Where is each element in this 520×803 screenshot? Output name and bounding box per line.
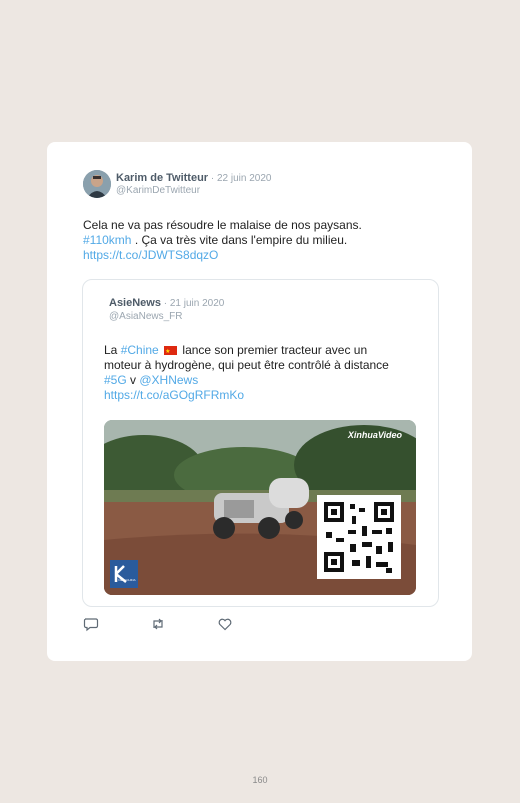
tweet-url-link[interactable]: https://t.co/JDWTS8dqzO (83, 248, 218, 262)
quoted-text-c: v (126, 373, 140, 387)
retweet-icon[interactable] (150, 616, 166, 632)
quoted-author-name[interactable]: AsieNews · 21 juin 2020 (109, 297, 224, 309)
hashtag-5g-link[interactable]: #5G (104, 373, 127, 387)
quoted-body: La #Chine lance son premier tracteur ave… (104, 343, 404, 403)
reply-icon[interactable] (83, 616, 99, 632)
tweet-text-line2: . Ça va très vite dans l'empire du milie… (131, 233, 348, 247)
avatar[interactable] (83, 170, 111, 198)
china-flag-icon (164, 345, 178, 360)
tweet-body: Cela ne va pas résoudre le malaise de no… (83, 218, 413, 263)
quoted-handle[interactable]: @AsiaNews_FR (109, 311, 183, 322)
author-display-name[interactable]: Karim de Twitteur (116, 172, 208, 184)
tweet-text-line1: Cela ne va pas résoudre le malaise de no… (83, 218, 362, 232)
tractor-video-thumbnail[interactable]: XinhuaVideo NEW CHINA (104, 420, 416, 595)
quoted-date: · 21 juin 2020 (160, 298, 225, 309)
heart-icon[interactable] (217, 616, 233, 632)
quoted-text-a: La (104, 343, 121, 357)
watermark: XinhuaVideo (347, 430, 402, 440)
quoted-url-link[interactable]: https://t.co/aGOgRFRmKo (104, 388, 244, 402)
hashtag-link[interactable]: #110kmh (83, 233, 131, 247)
hashtag-chine-link[interactable]: #Chine (121, 343, 159, 357)
mention-xhnews-link[interactable]: @XHNews (139, 373, 198, 387)
news-badge-label: NEW CHINA (118, 578, 136, 582)
tweet-card: Karim de Twitteur · 22 juin 2020 @KarimD… (47, 142, 472, 661)
author-handle[interactable]: @KarimDeTwitteur (116, 185, 200, 196)
tweet-date: · 22 juin 2020 (208, 173, 272, 184)
author-name[interactable]: Karim de Twitteur · 22 juin 2020 (116, 172, 271, 184)
quoted-display-name[interactable]: AsieNews (109, 297, 161, 309)
page-number: 160 (252, 775, 268, 785)
quoted-tweet[interactable]: AsieNews · 21 juin 2020 @AsiaNews_FR La … (82, 279, 439, 607)
